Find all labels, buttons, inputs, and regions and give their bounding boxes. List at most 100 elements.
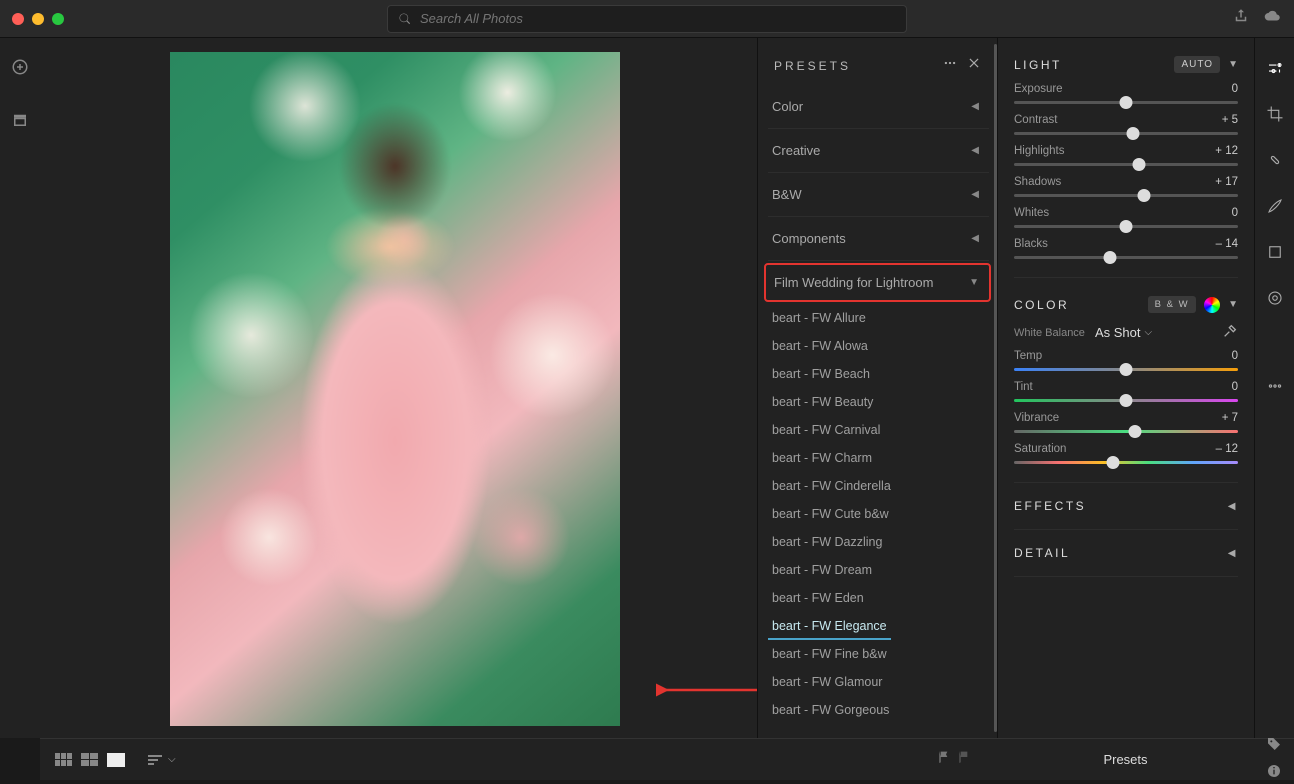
preset-group-components[interactable]: Components◀ [768, 217, 989, 261]
minimize-window-button[interactable] [32, 13, 44, 25]
preset-item[interactable]: beart - FW Eden [768, 584, 989, 612]
whites-slider[interactable]: Whites0 [1014, 207, 1238, 228]
preset-item[interactable]: beart - FW Dream [768, 556, 989, 584]
chevron-down-icon: ⌵ [168, 754, 176, 765]
slider-knob[interactable] [1120, 220, 1133, 233]
saturation-slider[interactable]: Saturation– 12 [1014, 443, 1238, 464]
slider-knob[interactable] [1128, 425, 1141, 438]
chevron-left-icon: ◀ [971, 189, 979, 200]
color-section: COLOR B & W ▼ White Balance As Shot⌵ Tem… [1014, 278, 1238, 483]
presets-more-button[interactable] [943, 56, 957, 75]
slider-knob[interactable] [1126, 127, 1139, 140]
annotation-highlight: Film Wedding for Lightroom▼ [768, 263, 989, 302]
grid-small-view-button[interactable] [54, 752, 74, 768]
healing-tool-button[interactable] [1265, 150, 1285, 170]
color-title: COLOR [1014, 298, 1069, 312]
chevron-left-icon: ◀ [971, 233, 979, 244]
preset-item[interactable]: beart - FW Cinderella [768, 472, 989, 500]
brush-tool-button[interactable] [1265, 196, 1285, 216]
exposure-slider[interactable]: Exposure0 [1014, 83, 1238, 104]
photo-preview[interactable] [170, 52, 620, 726]
preset-item[interactable]: beart - FW Charm [768, 444, 989, 472]
linear-gradient-button[interactable] [1265, 242, 1285, 262]
bw-toggle-button[interactable]: B & W [1148, 296, 1196, 313]
slider-knob[interactable] [1120, 394, 1133, 407]
preset-item-selected[interactable]: beart - FW Elegance [768, 612, 891, 640]
more-tools-button[interactable] [1265, 376, 1285, 396]
crop-tool-button[interactable] [1265, 104, 1285, 124]
chevron-down-icon[interactable]: ▼ [1228, 299, 1238, 310]
auto-button[interactable]: AUTO [1174, 56, 1220, 73]
search-input[interactable] [420, 11, 896, 26]
contrast-slider[interactable]: Contrast+ 5 [1014, 114, 1238, 135]
preset-item[interactable]: beart - FW Glamour [768, 668, 989, 696]
chevron-left-icon: ◀ [971, 101, 979, 112]
preset-group-creative[interactable]: Creative◀ [768, 129, 989, 173]
chevron-left-icon: ◀ [971, 145, 979, 156]
blacks-slider[interactable]: Blacks– 14 [1014, 238, 1238, 259]
share-button[interactable] [1232, 7, 1250, 30]
slider-knob[interactable] [1120, 96, 1133, 109]
effects-section-header[interactable]: EFFECTS◀ [1014, 483, 1238, 530]
slider-knob[interactable] [1106, 456, 1119, 469]
presets-panel: PRESETS Color◀ Creative◀ B&W◀ Components… [757, 38, 997, 738]
maximize-window-button[interactable] [52, 13, 64, 25]
search-bar[interactable] [387, 5, 907, 33]
temp-slider[interactable]: Temp0 [1014, 350, 1238, 371]
preset-group-color[interactable]: Color◀ [768, 85, 989, 129]
slider-knob[interactable] [1133, 158, 1146, 171]
edit-panel: LIGHT AUTO ▼ Exposure0 Contrast+ 5 Highl… [997, 38, 1254, 738]
preset-item[interactable]: beart - FW Beauty [768, 388, 989, 416]
grid-large-view-button[interactable] [80, 752, 100, 768]
sort-button[interactable]: ⌵ [148, 753, 176, 767]
preset-item[interactable]: beart - FW Beach [768, 360, 989, 388]
preset-item[interactable]: beart - FW Fine b&w [768, 640, 989, 668]
chevron-down-icon: ⌵ [1144, 327, 1152, 338]
add-photos-button[interactable] [11, 58, 29, 81]
canvas-area [40, 38, 757, 738]
window-controls [12, 13, 64, 25]
archive-button[interactable] [11, 111, 29, 134]
tag-button[interactable] [1266, 736, 1282, 757]
flag-reject-button[interactable] [956, 749, 972, 770]
left-sidebar [0, 38, 40, 738]
preset-item[interactable]: beart - FW Dazzling [768, 528, 989, 556]
preset-item[interactable]: beart - FW Alowa [768, 332, 989, 360]
chevron-left-icon: ◀ [1228, 548, 1238, 559]
light-title: LIGHT [1014, 58, 1062, 72]
chevron-down-icon: ▼ [969, 277, 979, 288]
color-mixer-button[interactable] [1204, 297, 1220, 313]
shadows-slider[interactable]: Shadows+ 17 [1014, 176, 1238, 197]
white-balance-select[interactable]: As Shot⌵ [1095, 325, 1152, 340]
tint-slider[interactable]: Tint0 [1014, 381, 1238, 402]
detail-section-header[interactable]: DETAIL◀ [1014, 530, 1238, 577]
white-balance-label: White Balance [1014, 327, 1085, 339]
search-icon [398, 12, 412, 26]
preset-item[interactable]: beart - FW Carnival [768, 416, 989, 444]
right-toolbar [1254, 38, 1294, 738]
preset-item[interactable]: beart - FW Gorgeous [768, 696, 989, 724]
highlights-slider[interactable]: Highlights+ 12 [1014, 145, 1238, 166]
slider-knob[interactable] [1120, 363, 1133, 376]
preset-group-film-wedding[interactable]: Film Wedding for Lightroom▼ [764, 263, 991, 302]
light-section: LIGHT AUTO ▼ Exposure0 Contrast+ 5 Highl… [1014, 38, 1238, 278]
slider-knob[interactable] [1104, 251, 1117, 264]
slider-knob[interactable] [1137, 189, 1150, 202]
preset-item[interactable]: beart - FW Allure [768, 304, 989, 332]
flag-pick-button[interactable] [936, 749, 952, 770]
chevron-down-icon[interactable]: ▼ [1228, 59, 1238, 70]
cloud-sync-icon[interactable] [1264, 7, 1282, 30]
preset-item[interactable]: beart - FW Cute b&w [768, 500, 989, 528]
bottom-right-toolbar [1254, 738, 1294, 780]
close-window-button[interactable] [12, 13, 24, 25]
vibrance-slider[interactable]: Vibrance+ 7 [1014, 412, 1238, 433]
chevron-left-icon: ◀ [1228, 501, 1238, 512]
edit-tool-button[interactable] [1265, 58, 1285, 78]
preset-group-bw[interactable]: B&W◀ [768, 173, 989, 217]
eyedropper-button[interactable] [1222, 323, 1238, 342]
presets-footer-button[interactable]: Presets [997, 738, 1254, 780]
presets-close-button[interactable] [967, 56, 981, 75]
radial-gradient-button[interactable] [1265, 288, 1285, 308]
single-view-button[interactable] [106, 752, 126, 768]
info-button[interactable] [1266, 763, 1282, 784]
